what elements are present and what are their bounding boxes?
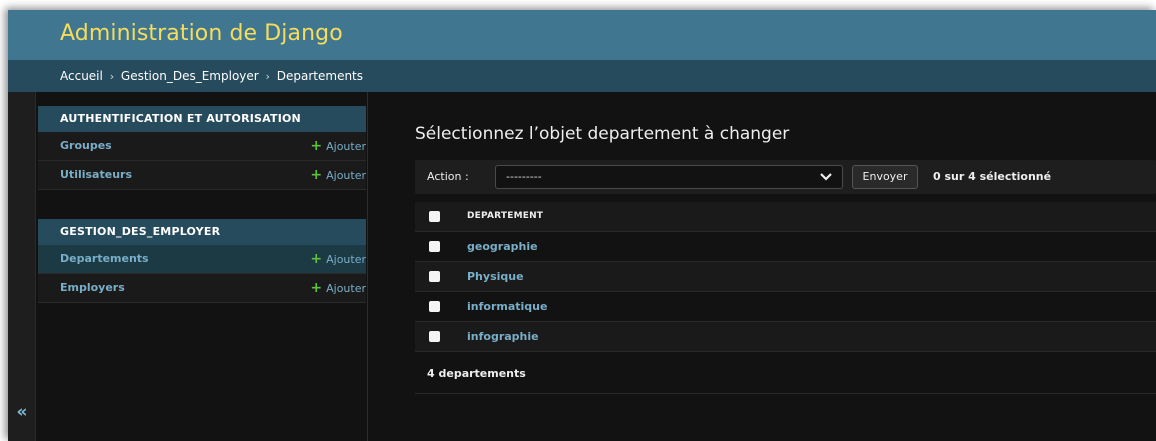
main-content: Sélectionnez l’objet departement à chang…	[369, 92, 1156, 441]
breadcrumb-app[interactable]: Gestion_Des_Employer	[121, 69, 259, 83]
site-title[interactable]: Administration de Django	[60, 21, 343, 46]
plus-icon: +	[310, 138, 323, 154]
table-row: geographie	[415, 232, 1156, 262]
paginator: 4 departements	[415, 354, 1156, 394]
action-label: Action :	[427, 170, 469, 183]
plus-icon: +	[310, 251, 323, 267]
breadcrumb-current: Departements	[276, 69, 364, 83]
sidebar-item-label[interactable]: Utilisateurs	[60, 161, 132, 189]
row-checkbox[interactable]	[429, 331, 440, 342]
breadcrumb-separator: ›	[265, 70, 270, 83]
breadcrumb-separator: ›	[109, 70, 115, 83]
sidebar: AUTHENTIFICATION ET AUTORISATION Groupes…	[36, 92, 368, 441]
nav-collapse-strip: «	[8, 92, 36, 441]
table-row: infographie	[415, 322, 1156, 352]
sidebar-item-label[interactable]: Employers	[60, 274, 125, 302]
table-row: Physique	[415, 262, 1156, 292]
add-departement-button[interactable]: + Ajouter	[310, 245, 366, 274]
module-caption[interactable]: AUTHENTIFICATION ET AUTORISATION	[38, 106, 366, 132]
row-checkbox[interactable]	[429, 271, 440, 282]
selection-counter: 0 sur 4 sélectionné	[933, 170, 1052, 183]
select-all-checkbox[interactable]	[429, 211, 440, 222]
sidebar-item-utilisateurs: Utilisateurs + Ajouter	[38, 161, 366, 190]
module-gestion: GESTION_DES_EMPLOYER Departements + Ajout…	[38, 219, 366, 303]
result-table: DEPARTEMENT geographie Physique informat…	[415, 202, 1156, 352]
row-link[interactable]: geographie	[467, 240, 538, 253]
sidebar-item-label[interactable]: Groupes	[60, 132, 112, 160]
collapse-sidebar-icon[interactable]: «	[12, 402, 32, 422]
row-link[interactable]: Physique	[467, 270, 524, 283]
sidebar-item-label[interactable]: Departements	[60, 245, 149, 273]
page-title: Sélectionnez l’objet departement à chang…	[415, 124, 790, 144]
module-auth: AUTHENTIFICATION ET AUTORISATION Groupes…	[38, 106, 366, 190]
site-header: Administration de Django	[8, 10, 1156, 60]
table-row: informatique	[415, 292, 1156, 322]
column-header-departement[interactable]: DEPARTEMENT	[467, 211, 543, 221]
add-employer-button[interactable]: + Ajouter	[310, 274, 366, 303]
add-groupe-button[interactable]: + Ajouter	[310, 132, 366, 161]
chevron-down-icon	[820, 173, 832, 181]
plus-icon: +	[310, 280, 323, 296]
row-checkbox[interactable]	[429, 241, 440, 252]
sidebar-item-groupes: Groupes + Ajouter	[38, 132, 366, 161]
row-checkbox[interactable]	[429, 301, 440, 312]
table-header: DEPARTEMENT	[415, 202, 1156, 232]
module-caption[interactable]: GESTION_DES_EMPLOYER	[38, 219, 366, 245]
sidebar-item-employers: Employers + Ajouter	[38, 274, 366, 303]
action-select-value: ---------	[506, 170, 542, 183]
breadcrumb: Accueil › Gestion_Des_Employer › Departe…	[8, 60, 1156, 92]
action-select[interactable]: ---------	[495, 165, 843, 189]
actions-bar: Action : --------- Envoyer 0 sur 4 sélec…	[415, 160, 1156, 194]
breadcrumb-home[interactable]: Accueil	[60, 69, 103, 83]
plus-icon: +	[310, 167, 323, 183]
row-link[interactable]: informatique	[467, 300, 547, 313]
admin-window: Administration de Django Accueil › Gesti…	[8, 10, 1156, 441]
row-link[interactable]: infographie	[467, 330, 539, 343]
envoyer-button[interactable]: Envoyer	[852, 165, 918, 189]
sidebar-item-departements: Departements + Ajouter	[38, 245, 366, 274]
add-utilisateur-button[interactable]: + Ajouter	[310, 161, 366, 190]
